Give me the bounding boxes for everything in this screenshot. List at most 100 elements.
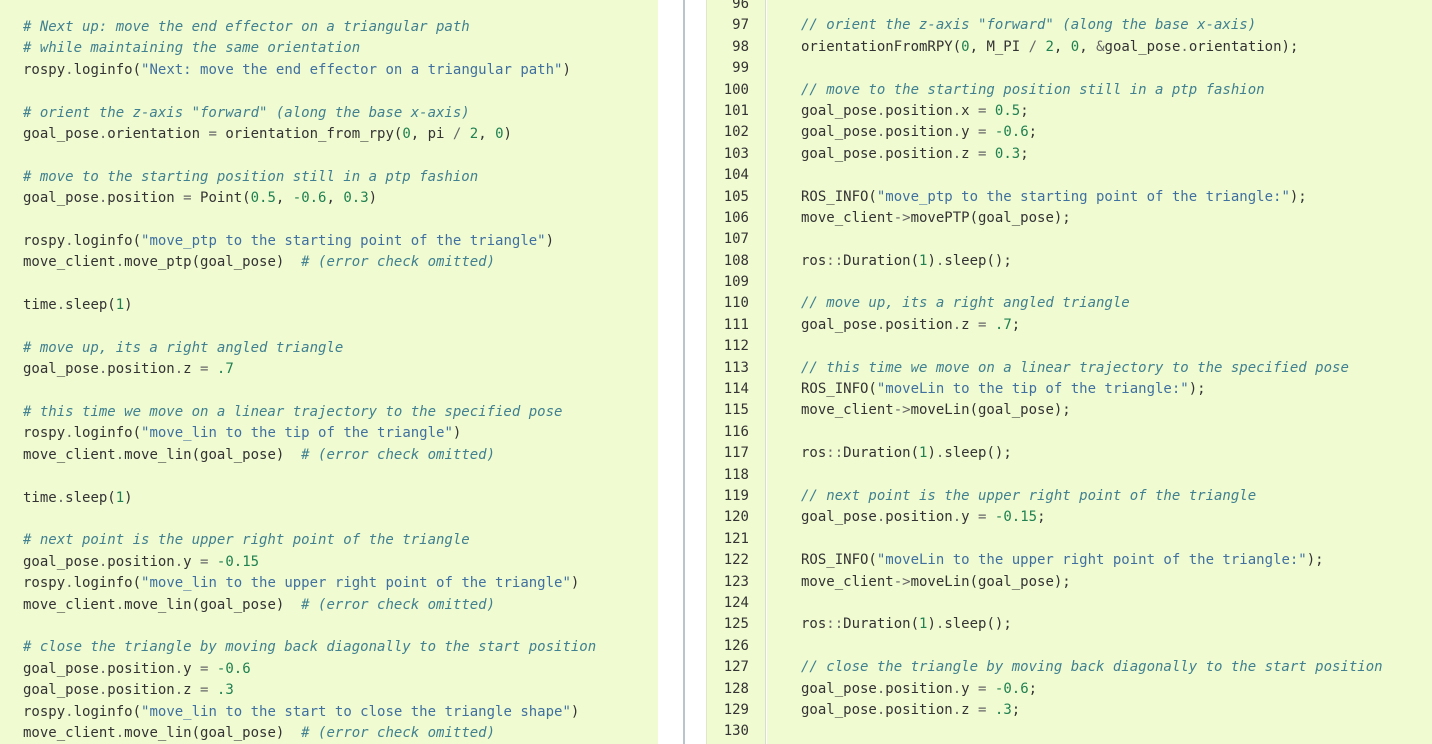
- code-token: ): [452, 425, 462, 442]
- code-token: sleep(: [65, 297, 116, 314]
- code-token: x: [961, 102, 979, 119]
- code-token: move_client: [23, 724, 116, 741]
- code-token: # (error check omitted): [301, 724, 496, 741]
- code-token: ROS_INFO(: [801, 552, 877, 569]
- code-token: ,: [1053, 38, 1071, 55]
- code-token: move_ptp(goal_pose): [124, 254, 302, 271]
- code-line: rospy.loginfo("Next: move the end effect…: [23, 60, 596, 81]
- line-number: 125: [723, 616, 749, 633]
- code-token: 0.5: [994, 102, 1021, 119]
- code-token: ;: [1028, 124, 1038, 141]
- code-token: # move to the starting position still in…: [23, 168, 479, 185]
- code-line: goal_pose.position = Point(0.5, -0.6, 0.…: [23, 188, 596, 209]
- line-number: 111: [723, 316, 749, 333]
- code-line: goal_pose.position.x = 0.5;: [801, 101, 1383, 122]
- cpp-code-panel[interactable]: // orient the z-axis "forward" (along th…: [767, 0, 1432, 744]
- line-number: 126: [723, 637, 749, 654]
- code-line: # move to the starting position still in…: [23, 167, 596, 188]
- code-token: , M_PI: [969, 38, 1029, 55]
- code-line: goal_pose.position.z = 0.3;: [801, 144, 1383, 165]
- panel-gap: [658, 0, 683, 744]
- code-token: z: [961, 145, 979, 162]
- code-token: .: [65, 232, 74, 249]
- line-number: 112: [723, 338, 749, 355]
- line-number-gutter: 96 97 98 99 100 101 102 103 104 105 106 107 108 109 11…: [706, 0, 766, 744]
- code-token: .3: [994, 701, 1012, 718]
- code-token: y: [961, 509, 979, 526]
- code-token: // move to the starting position still i…: [801, 81, 1265, 98]
- line-number: 99: [732, 60, 749, 77]
- code-token: ): [927, 616, 936, 633]
- line-number: 107: [723, 231, 749, 248]
- cpp-code-block: // orient the z-axis "forward" (along th…: [801, 0, 1383, 744]
- code-token: -0.6: [994, 124, 1029, 141]
- code-line: move_client->moveLin(goal_pose);: [801, 572, 1383, 593]
- code-token: y: [961, 680, 979, 697]
- code-line: ros::Duration(1).sleep();: [801, 251, 1383, 272]
- python-code-panel[interactable]: # Next up: move the end effector on a tr…: [0, 0, 658, 744]
- code-line: rospy.loginfo("move_ptp to the starting …: [23, 231, 596, 252]
- code-token: time: [23, 489, 57, 506]
- panel-margin: [685, 0, 706, 744]
- line-number: 100: [723, 81, 749, 98]
- code-token: .: [65, 575, 74, 592]
- code-token: );: [1188, 381, 1206, 398]
- code-line: # next point is the upper right point of…: [23, 530, 596, 551]
- code-token: Duration(: [843, 252, 920, 269]
- code-token: z: [183, 361, 201, 378]
- code-token: rospy: [23, 703, 66, 720]
- code-token: .: [56, 297, 66, 314]
- code-token: ::: [826, 616, 844, 633]
- code-token: 2: [469, 125, 479, 142]
- code-token: "move_lin to the upper right point of th…: [141, 575, 571, 592]
- code-token: .: [115, 446, 125, 463]
- code-token: ): [570, 703, 580, 720]
- code-token: 0.3: [343, 190, 369, 207]
- code-token: z: [961, 316, 979, 333]
- code-token: sleep();: [944, 445, 1012, 462]
- code-token: goal_pose: [23, 361, 99, 378]
- code-token: -0.6: [216, 660, 251, 677]
- line-number: 109: [723, 274, 749, 291]
- code-token: );: [1289, 188, 1307, 205]
- code-token: z: [183, 682, 201, 699]
- code-line: goal_pose.position.y = -0.15;: [801, 507, 1383, 528]
- code-token: # close the triangle by moving back diag…: [23, 639, 597, 656]
- code-token: # move up, its a right angled triangle: [23, 339, 344, 356]
- code-token: move_lin(goal_pose): [124, 596, 302, 613]
- code-line: ROS_INFO("moveLin to the upper right poi…: [801, 550, 1383, 571]
- code-token: .: [952, 145, 962, 162]
- code-token: moveLin(goal_pose);: [910, 573, 1071, 590]
- line-number: 117: [723, 445, 749, 462]
- code-token: orientation);: [1188, 38, 1299, 55]
- code-line: // orient the z-axis "forward" (along th…: [801, 15, 1383, 36]
- code-token: time: [23, 297, 57, 314]
- code-token: ;: [1028, 680, 1038, 697]
- code-token: position: [107, 361, 175, 378]
- code-token: rospy: [23, 425, 66, 442]
- code-line: rospy.loginfo("move_lin to the tip of th…: [23, 423, 596, 444]
- code-token: .: [952, 701, 962, 718]
- code-token: ): [927, 445, 936, 462]
- code-token: -0.6: [292, 190, 327, 207]
- code-token: goal_pose: [801, 124, 877, 141]
- code-token: // orient the z-axis "forward" (along th…: [801, 17, 1257, 34]
- code-token: ): [562, 61, 571, 78]
- code-token: ->: [893, 573, 911, 590]
- code-token: goal_pose: [1104, 38, 1181, 55]
- code-line: # close the triangle by moving back diag…: [23, 637, 596, 658]
- code-token: "Next: move the end effector on a triang…: [141, 61, 563, 78]
- code-line: orientationFromRPY(0, M_PI / 2, 0, &goal…: [801, 37, 1383, 58]
- code-token: 1: [115, 489, 125, 506]
